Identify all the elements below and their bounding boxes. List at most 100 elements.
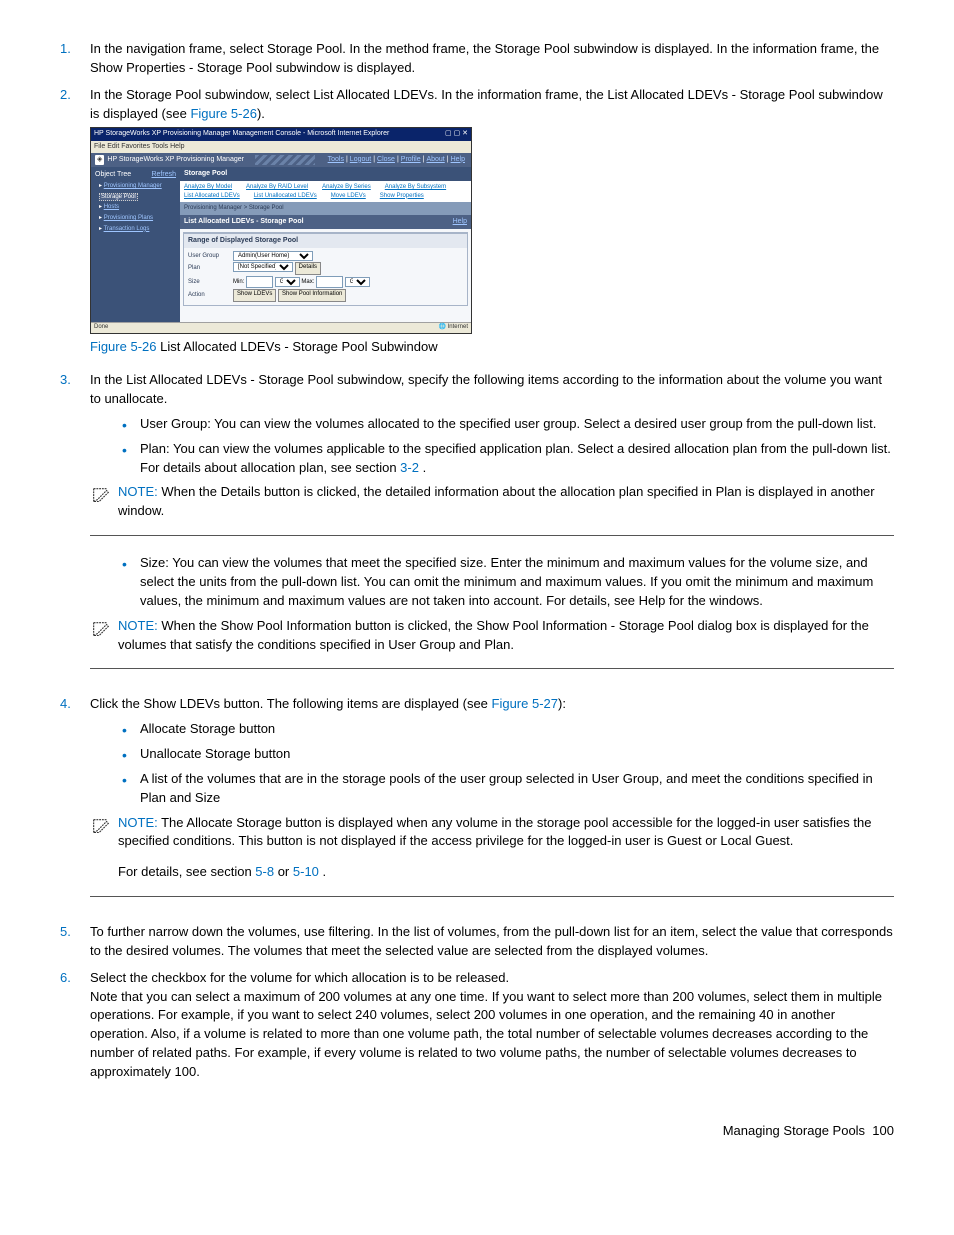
link-section-5-10[interactable]: 5-10 (293, 864, 319, 879)
step-4-text-b: ): (558, 696, 566, 711)
m-analyze-subsystem[interactable]: Analyze By Subsystem (385, 183, 446, 192)
sub-title-text: List Allocated LDEVs - Storage Pool (184, 217, 304, 227)
step-3-text: In the List Allocated LDEVs - Storage Po… (90, 372, 882, 406)
m-analyze-model[interactable]: Analyze By Model (184, 183, 232, 192)
link-close[interactable]: Close (377, 156, 395, 163)
step-3: 3. In the List Allocated LDEVs - Storage… (60, 371, 894, 687)
method-frame: Analyze By Model Analyze By RAID Level A… (180, 181, 471, 202)
figure-caption: Figure 5-26 List Allocated LDEVs - Stora… (90, 338, 894, 357)
refresh-link[interactable]: Refresh (151, 170, 176, 180)
step-6-body: Select the checkbox for the volume for w… (90, 969, 894, 1082)
help-link[interactable]: Help (453, 217, 467, 227)
note-3-extra-a: For details, see section (118, 864, 255, 879)
details-button[interactable]: Details (295, 262, 321, 275)
min-input[interactable] (246, 276, 273, 288)
note-2-body: When the Show Pool Information button is… (118, 618, 869, 652)
note-label: NOTE: (118, 618, 161, 633)
bullet-plan-text: Plan: You can view the volumes applicabl… (140, 441, 891, 475)
step-3-num: 3. (60, 371, 90, 687)
max-label: Max: (301, 279, 314, 285)
link-about[interactable]: About (426, 156, 444, 163)
show-pool-info-button[interactable]: Show Pool Information (278, 289, 346, 302)
m-list-unalloc[interactable]: List Unallocated LDEVs (254, 192, 317, 201)
link-logout[interactable]: Logout (350, 156, 371, 163)
step-3-body: In the List Allocated LDEVs - Storage Po… (90, 371, 894, 687)
link-profile[interactable]: Profile (401, 156, 421, 163)
nav-logs: ▸ Transaction Logs (93, 224, 178, 235)
figure-5-26-screenshot: HP StorageWorks XP Provisioning Manager … (90, 127, 472, 334)
link-section-5-8[interactable]: 5-8 (255, 864, 274, 879)
object-tree-label: Object Tree (95, 170, 131, 180)
nav-logs-link[interactable]: Transaction Logs (104, 226, 150, 232)
step-3-bullets-2: Size: You can view the volumes that meet… (120, 554, 894, 611)
note-details: NOTE: When the Details button is clicked… (90, 483, 894, 536)
bullet-plan: Plan: You can view the volumes applicabl… (120, 440, 894, 478)
method-title: Storage Pool (180, 167, 471, 181)
row-plan: Plan [Not Specified] Details (188, 262, 463, 275)
ie-title: HP StorageWorks XP Provisioning Manager … (94, 129, 389, 139)
step-5-num: 5. (60, 923, 90, 961)
step-6-note: Note that you can select a maximum of 20… (90, 988, 894, 1082)
link-section-3-2[interactable]: 3-2 (400, 460, 419, 475)
ie-title-bar: HP StorageWorks XP Provisioning Manager … (91, 128, 471, 140)
nav-pm: ▸ Provisioning Manager (93, 181, 178, 192)
link-help-top[interactable]: Help (451, 156, 465, 163)
step-2: 2. In the Storage Pool subwindow, select… (60, 86, 894, 364)
note-icon (90, 619, 112, 641)
ie-menu-bar: File Edit Favorites Tools Help (91, 141, 471, 153)
figure-caption-link: Figure 5-26 (90, 339, 156, 354)
step-2-text-b: ). (257, 106, 265, 121)
plan-select[interactable]: [Not Specified] (233, 262, 293, 272)
nav-plans: ▸ Provisioning Plans (93, 213, 178, 224)
link-figure-5-26[interactable]: Figure 5-26 (190, 106, 256, 121)
step-2-body: In the Storage Pool subwindow, select Li… (90, 86, 894, 364)
row-size: Size Min: GB Max: GB (188, 276, 463, 288)
show-ldevs-button[interactable]: Show LDEVs (233, 289, 276, 302)
m-analyze-raid[interactable]: Analyze By RAID Level (246, 183, 308, 192)
app-title: HP StorageWorks XP Provisioning Manager (107, 155, 244, 165)
note-label: NOTE: (118, 484, 161, 499)
figure-5-26-container: HP StorageWorks XP Provisioning Manager … (90, 127, 894, 357)
step-4-bullets: Allocate Storage button Unallocate Stora… (120, 720, 894, 807)
ie-status-bar: Done 🌐 Internet (91, 322, 471, 333)
step-4-text-a: Click the Show LDEVs button. The followi… (90, 696, 492, 711)
step-6-num: 6. (60, 969, 90, 1082)
nav-plans-link[interactable]: Provisioning Plans (104, 215, 153, 221)
header-stripes (255, 155, 315, 165)
m-move-ldevs[interactable]: Move LDEVs (331, 192, 366, 201)
link-tools[interactable]: Tools (328, 156, 344, 163)
row-user-group: User Group Admin(User Home) (188, 251, 463, 261)
status-internet: 🌐 Internet (439, 323, 469, 333)
m-show-props[interactable]: Show Properties (380, 192, 424, 201)
nav-hosts-link[interactable]: Hosts (104, 204, 119, 210)
app-links: Tools|Logout|Close|Profile|About|Help (326, 155, 467, 165)
bullet-size: Size: You can view the volumes that meet… (120, 554, 894, 611)
app-header: ◈ HP StorageWorks XP Provisioning Manage… (91, 153, 471, 167)
note-icon (90, 485, 112, 507)
link-figure-5-27[interactable]: Figure 5-27 (492, 696, 558, 711)
note-3-extra-b: . (319, 864, 326, 879)
step-5-text: To further narrow down the volumes, use … (90, 923, 894, 961)
footer-page-number: 100 (872, 1123, 894, 1138)
figure-caption-text: List Allocated LDEVs - Storage Pool Subw… (156, 339, 437, 354)
ug-select[interactable]: Admin(User Home) (233, 251, 313, 261)
navigation-frame: Object Tree Refresh ▸ Provisioning Manag… (91, 167, 180, 332)
breadcrumb: Provisioning Manager > Storage Pool (180, 202, 471, 215)
note-show-pool: NOTE: When the Show Pool Information but… (90, 617, 894, 670)
nav-sp-link[interactable]: Storage Pool (99, 193, 138, 201)
note-icon (90, 816, 112, 838)
nav-hosts: ▸ Hosts (93, 202, 178, 213)
step-1-text: In the navigation frame, select Storage … (90, 40, 894, 78)
max-unit-select[interactable]: GB (345, 277, 370, 287)
step-4: 4. Click the Show LDEVs button. The foll… (60, 695, 894, 915)
step-2-num: 2. (60, 86, 90, 364)
range-form: User Group Admin(User Home) Plan [Not Sp… (184, 248, 467, 305)
m-list-alloc[interactable]: List Allocated LDEVs (184, 192, 240, 201)
min-unit-select[interactable]: GB (275, 277, 300, 287)
step-6: 6. Select the checkbox for the volume fo… (60, 969, 894, 1082)
m-analyze-series[interactable]: Analyze By Series (322, 183, 371, 192)
max-input[interactable] (316, 276, 343, 288)
nav-pm-link[interactable]: Provisioning Manager (104, 183, 162, 189)
action-label: Action (188, 291, 233, 300)
note-alloc-text: NOTE: The Allocate Storage button is dis… (118, 814, 894, 883)
